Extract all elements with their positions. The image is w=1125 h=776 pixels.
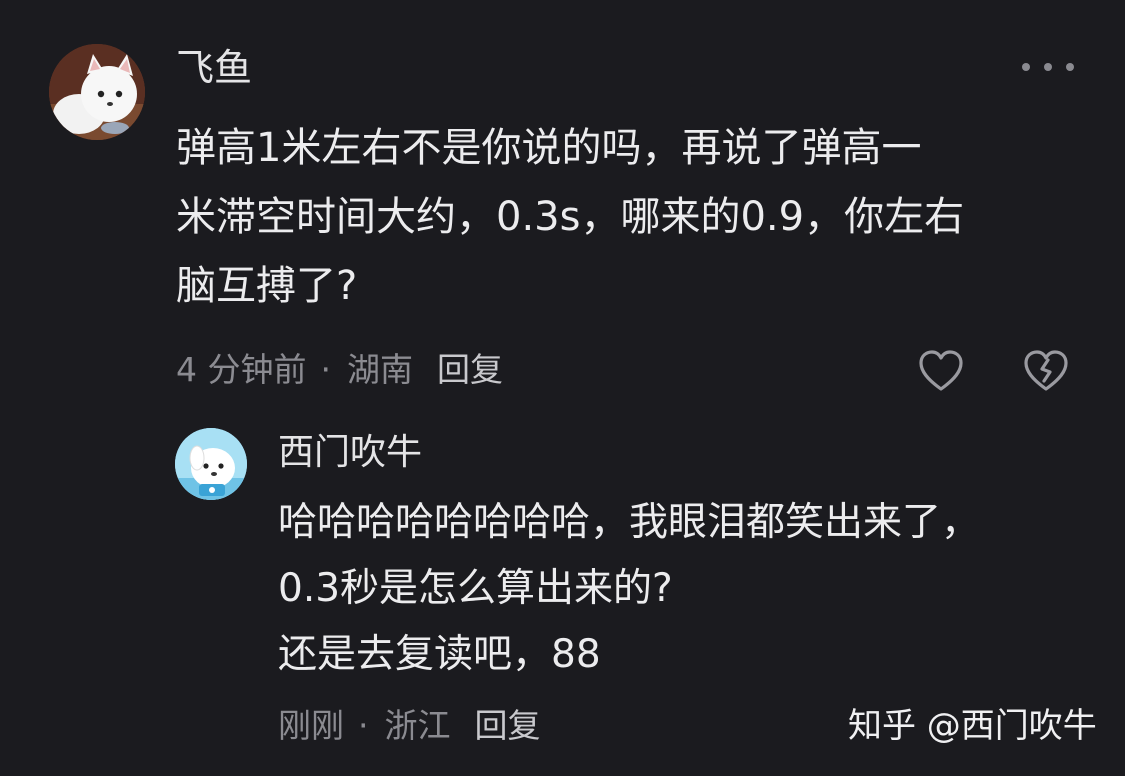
dog-avatar-image [175,428,247,500]
reply-time: 刚刚 [278,706,344,745]
comment-text-line: 脑互搏了? [176,263,358,309]
more-dot [1066,63,1074,71]
reply-text-line: 哈哈哈哈哈哈哈哈，我眼泪都笑出来了， [278,500,981,545]
comment-author-name[interactable]: 飞鱼 [176,44,252,92]
meta-separator: · [358,706,369,745]
more-options-icon[interactable] [1022,52,1074,82]
reply-text-line: 还是去复读吧，88 [278,632,601,677]
comment-text: 弹高1米左右不是你说的吗，再说了弹高一 米滞空时间大约，0.3s，哪来的0.9，… [176,114,1096,321]
reply-author-name[interactable]: 西门吹牛 [278,430,422,476]
meta-separator: · [320,350,332,389]
reply-button[interactable]: 回复 [437,348,503,392]
more-dot [1022,63,1030,71]
avatar[interactable] [49,44,145,140]
reply-meta: 刚刚 · 浙江 回复 [278,704,541,748]
comment-text-line: 米滞空时间大约，0.3s，哪来的0.9，你左右 [176,194,965,240]
heart-icon[interactable] [917,348,965,394]
comment-meta: 4 分钟前 · 湖南 回复 [176,348,503,392]
comment-time: 4 分钟前 [176,350,307,389]
reply-text-line: 0.3秒是怎么算出来的? [278,566,673,611]
reply-button[interactable]: 回复 [475,704,541,748]
comment-location: 湖南 [347,350,413,389]
avatar[interactable] [175,428,247,500]
cat-avatar-image [49,44,145,140]
comment-text-line: 弹高1米左右不是你说的吗，再说了弹高一 [176,125,922,171]
reply-location: 浙江 [384,706,451,745]
watermark: 知乎 @西门吹牛 [848,706,1097,746]
more-dot [1044,63,1052,71]
broken-heart-icon[interactable] [1022,348,1070,394]
reply-text: 哈哈哈哈哈哈哈哈，我眼泪都笑出来了， 0.3秒是怎么算出来的? 还是去复读吧，8… [278,490,1078,688]
